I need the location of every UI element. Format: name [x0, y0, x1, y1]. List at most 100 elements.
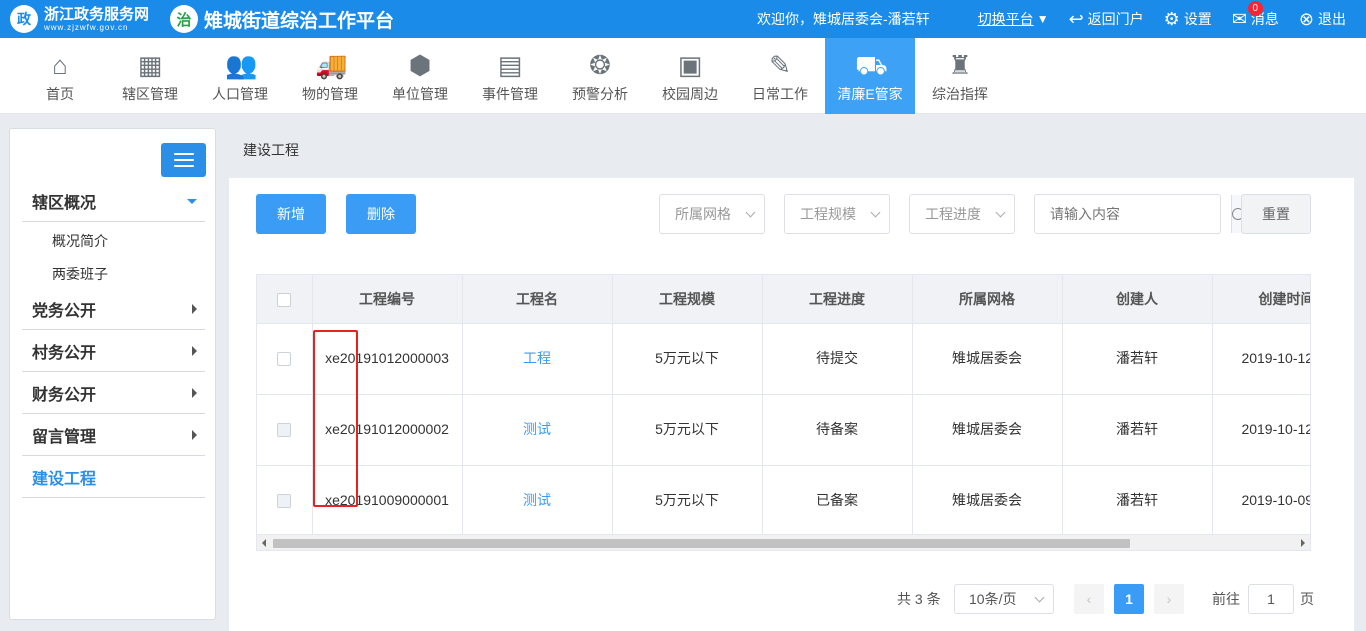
welcome-text: 欢迎你，雉城居委会-潘若轩 — [757, 11, 930, 27]
page-number-button[interactable]: 1 — [1114, 584, 1144, 614]
sidebar-sub-committee[interactable]: 两委班子 — [52, 264, 108, 284]
project-name-link[interactable]: 测试 — [462, 394, 613, 466]
project-grid-cell: 雉城居委会 — [912, 323, 1063, 395]
sidebar-item-finance[interactable]: 财务公开 — [22, 373, 205, 414]
page-size-select[interactable]: 10条/页 — [954, 584, 1054, 614]
home-icon: ⌂ — [52, 50, 68, 80]
scale-filter-select[interactable]: 工程规模 — [784, 194, 890, 234]
nav-warning[interactable]: ❂ 预警分析 — [555, 38, 645, 114]
table-row: xe20191012000002 测试 5万元以下 待备案 雉城居委会 潘若轩 … — [257, 394, 1310, 466]
app-logo: 治 雉城街道综治工作平台 — [170, 5, 394, 33]
scroll-left-icon[interactable] — [262, 539, 266, 547]
delete-button[interactable]: 删除 — [346, 194, 416, 234]
progress-filter-select[interactable]: 工程进度 — [909, 194, 1015, 234]
nav-units[interactable]: ⬢ 单位管理 — [375, 38, 465, 114]
gear-icon: ⚙ — [1163, 9, 1180, 29]
message-count-badge: 0 — [1247, 1, 1263, 16]
project-name-link[interactable]: 测试 — [462, 465, 613, 537]
org-icon: ⬢ — [408, 50, 432, 80]
settings-label: 设置 — [1183, 11, 1212, 27]
school-icon: ▣ — [677, 50, 703, 80]
horizontal-scrollbar[interactable] — [257, 534, 1310, 550]
caret-down-icon — [187, 198, 197, 204]
chevron-down-icon — [745, 207, 756, 217]
nav-events[interactable]: ▤ 事件管理 — [465, 38, 555, 114]
goto-page-input[interactable] — [1248, 584, 1294, 614]
pagination-total: 共 3 条 — [897, 591, 941, 607]
reset-button[interactable]: 重置 — [1241, 194, 1311, 234]
switch-platform-dropdown[interactable]: 切换平台 ▼ — [978, 9, 1049, 29]
mail-icon: ✉ 0 — [1232, 1, 1263, 28]
caret-right-icon — [192, 304, 197, 314]
nav-district[interactable]: ▦ 辖区管理 — [105, 38, 195, 114]
add-button[interactable]: 新增 — [256, 194, 326, 234]
top-header: 政 浙江政务服务网 www.zjzwfw.gov.cn 治 雉城街道综治工作平台… — [0, 0, 1366, 38]
project-progress-cell: 待提交 — [762, 323, 913, 395]
select-all-checkbox[interactable] — [277, 292, 292, 307]
app-title: 雉城街道综治工作平台 — [204, 10, 395, 32]
project-grid-cell: 雉城居委会 — [912, 465, 1063, 537]
prev-page-button[interactable]: ‹ — [1074, 584, 1104, 614]
messages-link[interactable]: ✉ 0 消息 — [1232, 1, 1279, 29]
gov-logo[interactable]: 政 浙江政务服务网 www.zjzwfw.gov.cn — [10, 4, 149, 34]
table-row: xe20191009000001 测试 5万元以下 已备案 雉城居委会 潘若轩 … — [257, 465, 1310, 537]
sidebar-item-village-affairs[interactable]: 村务公开 — [22, 331, 205, 372]
column-header: 所属网格 — [912, 275, 1063, 324]
sidebar-sub-overview[interactable]: 概况简介 — [52, 231, 108, 251]
caret-right-icon — [192, 346, 197, 356]
search-box — [1034, 194, 1244, 234]
gov-url: www.zjzwfw.gov.cn — [44, 22, 129, 32]
next-page-button[interactable]: › — [1154, 584, 1184, 614]
sidebar-item-party-affairs[interactable]: 党务公开 — [22, 289, 205, 330]
scroll-right-icon[interactable] — [1301, 539, 1305, 547]
logout-label: 退出 — [1318, 11, 1346, 27]
column-header: 创建人 — [1062, 275, 1213, 324]
project-name-link[interactable]: 工程 — [462, 323, 613, 395]
sidebar-item-construction[interactable]: 建设工程 — [22, 457, 205, 498]
content-panel: 新增 删除 所属网格 工程规模 工程进度 重置 工程编号 工程名 工程规模 工程 — [229, 178, 1354, 631]
nav-objects[interactable]: 🚚 物的管理 — [285, 38, 375, 114]
sidebar-item-district-overview[interactable]: 辖区概况 — [22, 181, 205, 222]
grid-icon: ▦ — [137, 50, 163, 80]
breadcrumb: 建设工程 — [243, 142, 299, 158]
project-creator-cell: 潘若轩 — [1062, 323, 1213, 395]
logout-link[interactable]: ⊗ 退出 — [1299, 9, 1346, 29]
nav-campus[interactable]: ▣ 校园周边 — [645, 38, 735, 114]
alert-icon: ❂ — [589, 50, 611, 80]
row-checkbox[interactable] — [277, 352, 292, 367]
scrollbar-thumb[interactable] — [273, 539, 1130, 548]
column-header: 工程名 — [462, 275, 613, 324]
menu-toggle-button[interactable] — [161, 143, 206, 177]
column-header: 工程进度 — [762, 275, 913, 324]
project-table: 工程编号 工程名 工程规模 工程进度 所属网格 创建人 创建时间 xe20191… — [256, 274, 1311, 551]
row-checkbox[interactable] — [277, 494, 292, 509]
command-icon: ♜ — [948, 50, 972, 80]
project-code-cell: xe20191009000001 — [312, 465, 463, 537]
nav-clean-manager[interactable]: ⛟ 清廉E管家 — [825, 38, 915, 114]
nav-home[interactable]: ⌂ 首页 — [15, 38, 105, 114]
chevron-down-icon — [870, 207, 881, 217]
project-created-cell: 2019-10-09 15 — [1212, 465, 1310, 537]
project-scale-cell: 5万元以下 — [612, 465, 763, 537]
project-scale-cell: 5万元以下 — [612, 394, 763, 466]
nav-daily-work[interactable]: ✎ 日常工作 — [735, 38, 825, 114]
book-icon: ▤ — [497, 50, 523, 80]
back-portal-label: 返回门户 — [1087, 11, 1144, 27]
search-input[interactable] — [1035, 195, 1231, 233]
return-icon: ↩ — [1068, 9, 1084, 29]
column-header: 创建时间 — [1212, 275, 1310, 324]
clean-icon: ⛟ — [855, 50, 888, 80]
goto-suffix: 页 — [1300, 591, 1314, 607]
sidebar-item-messages[interactable]: 留言管理 — [22, 415, 205, 456]
chevron-down-icon — [995, 207, 1006, 217]
project-creator-cell: 潘若轩 — [1062, 465, 1213, 537]
chevron-down-icon — [1034, 592, 1045, 602]
nav-command[interactable]: ♜ 综治指挥 — [915, 38, 1005, 114]
back-portal-link[interactable]: ↩ 返回门户 — [1069, 9, 1144, 29]
grid-filter-select[interactable]: 所属网格 — [659, 194, 765, 234]
main-nav: ⌂ 首页 ▦ 辖区管理 👥 人口管理 🚚 物的管理 ⬢ 单位管理 ▤ 事件管理 ❂ 预警分析 … — [0, 38, 1366, 114]
nav-population[interactable]: 👥 人口管理 — [195, 38, 285, 114]
settings-link[interactable]: ⚙ 设置 — [1164, 9, 1212, 29]
row-checkbox[interactable] — [277, 423, 292, 438]
worker-icon: ✎ — [769, 50, 791, 80]
